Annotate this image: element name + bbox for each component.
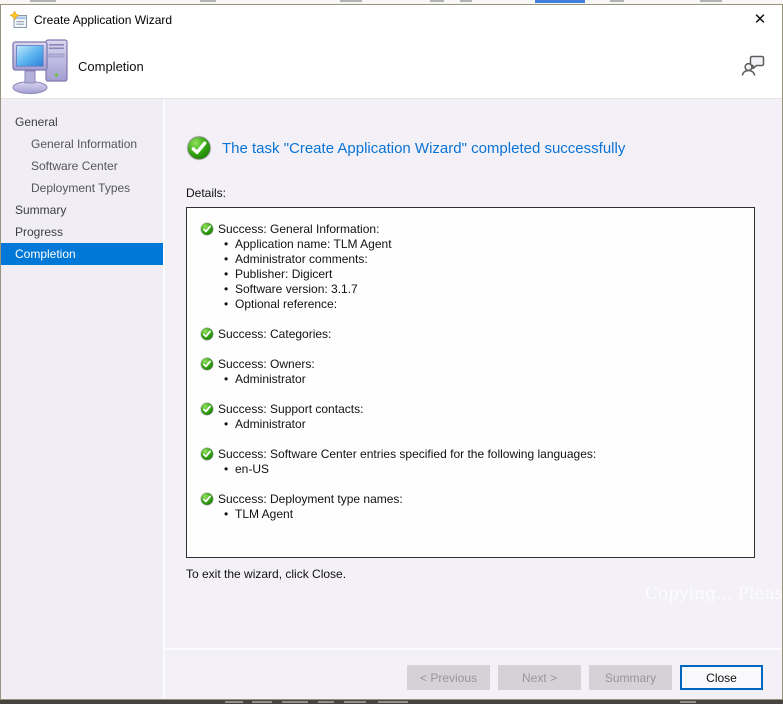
sidebar-item-progress[interactable]: Progress bbox=[1, 221, 163, 243]
background-text-fragment bbox=[700, 0, 722, 2]
background-text-fragment bbox=[282, 701, 308, 703]
background-text-fragment bbox=[680, 701, 696, 703]
details-bullet-item: •Administrator comments: bbox=[224, 252, 744, 267]
background-text-fragment bbox=[252, 701, 272, 703]
feedback-button[interactable] bbox=[739, 51, 767, 79]
sidebar-item-general-information[interactable]: General Information bbox=[1, 133, 163, 155]
close-window-button[interactable]: ✕ bbox=[749, 9, 771, 31]
details-group: Success: Owners:•Administrator bbox=[200, 356, 744, 387]
sidebar-item-summary[interactable]: Summary bbox=[1, 199, 163, 221]
success-check-icon bbox=[200, 222, 214, 236]
sidebar-item-general[interactable]: General bbox=[1, 111, 163, 133]
sidebar-item-deployment-types[interactable]: Deployment Types bbox=[1, 177, 163, 199]
details-group-label: Success: Owners: bbox=[218, 356, 315, 372]
details-group: Success: General Information:•Applicatio… bbox=[200, 221, 744, 312]
success-check-icon bbox=[200, 357, 214, 371]
background-text-fragment bbox=[344, 701, 366, 703]
background-text-fragment bbox=[200, 0, 216, 2]
background-text-fragment bbox=[318, 701, 334, 703]
sidebar-nav: GeneralGeneral InformationSoftware Cente… bbox=[1, 99, 165, 699]
wizard-header: Completion bbox=[1, 34, 782, 99]
background-text-fragment bbox=[340, 0, 362, 2]
exit-hint: To exit the wizard, click Close. bbox=[186, 567, 346, 581]
close-icon: ✕ bbox=[754, 11, 767, 28]
create-application-wizard-dialog: Create Application Wizard ✕ Completion bbox=[0, 4, 783, 700]
next-button: Next > bbox=[498, 665, 581, 690]
background-text-fragment bbox=[610, 0, 624, 2]
background-text-fragment bbox=[225, 701, 243, 703]
background-text-fragment bbox=[378, 701, 408, 703]
details-group: Success: Support contacts:•Administrator bbox=[200, 401, 744, 432]
success-check-icon bbox=[200, 327, 214, 341]
details-box: Success: General Information:•Applicatio… bbox=[186, 207, 755, 558]
background-bottom-strip bbox=[0, 700, 783, 704]
footer-divider bbox=[165, 648, 782, 650]
sidebar-item-software-center[interactable]: Software Center bbox=[1, 155, 163, 177]
sidebar-item-completion[interactable]: Completion bbox=[1, 243, 163, 265]
background-text-fragment bbox=[460, 0, 472, 2]
status-success-icon-holder bbox=[186, 135, 222, 161]
details-bullet-item: •Publisher: Digicert bbox=[224, 267, 744, 282]
details-bullet-item: •Software version: 3.1.7 bbox=[224, 282, 744, 297]
success-check-icon bbox=[186, 135, 212, 161]
details-group: Success: Software Center entries specifi… bbox=[200, 446, 744, 477]
footer-buttons: < Previous Next > Summary Close bbox=[407, 665, 763, 690]
wizard-body: GeneralGeneral InformationSoftware Cente… bbox=[1, 99, 782, 699]
computer-workstation-icon bbox=[12, 35, 74, 95]
wizard-window-icon bbox=[10, 11, 28, 29]
success-check-icon bbox=[200, 447, 214, 461]
background-tab-indicator bbox=[535, 0, 585, 3]
details-bullet-item: •Optional reference: bbox=[224, 297, 744, 312]
details-bullet-item: •TLM Agent bbox=[224, 507, 744, 522]
background-text-fragment bbox=[30, 0, 56, 2]
details-group-label: Success: Support contacts: bbox=[218, 401, 363, 417]
person-feedback-icon bbox=[740, 51, 766, 77]
details-bullet-item: •Administrator bbox=[224, 372, 744, 387]
watermark-text: Copying... Please try bbox=[645, 584, 782, 604]
success-check-icon bbox=[200, 492, 214, 506]
details-group-label: Success: Software Center entries specifi… bbox=[218, 446, 596, 462]
titlebar: Create Application Wizard ✕ bbox=[1, 5, 782, 34]
page-title: Completion bbox=[78, 59, 144, 74]
details-group-label: Success: General Information: bbox=[218, 221, 379, 237]
details-bullet-item: •Administrator bbox=[224, 417, 744, 432]
status-row: The task "Create Application Wizard" com… bbox=[186, 135, 625, 161]
details-group-label: Success: Categories: bbox=[218, 326, 331, 342]
window-title: Create Application Wizard bbox=[34, 13, 172, 27]
status-heading: The task "Create Application Wizard" com… bbox=[222, 140, 625, 157]
close-button[interactable]: Close bbox=[680, 665, 763, 690]
details-group-label: Success: Deployment type names: bbox=[218, 491, 403, 507]
summary-button: Summary bbox=[589, 665, 672, 690]
success-check-icon bbox=[200, 402, 214, 416]
details-label: Details: bbox=[186, 186, 226, 200]
completion-page: The task "Create Application Wizard" com… bbox=[165, 99, 782, 699]
details-group: Success: Deployment type names:•TLM Agen… bbox=[200, 491, 744, 522]
previous-button: < Previous bbox=[407, 665, 490, 690]
details-bullet-item: •en-US bbox=[224, 462, 744, 477]
details-bullet-item: •Application name: TLM Agent bbox=[224, 237, 744, 252]
background-text-fragment bbox=[430, 0, 444, 2]
details-group: Success: Categories: bbox=[200, 326, 744, 342]
